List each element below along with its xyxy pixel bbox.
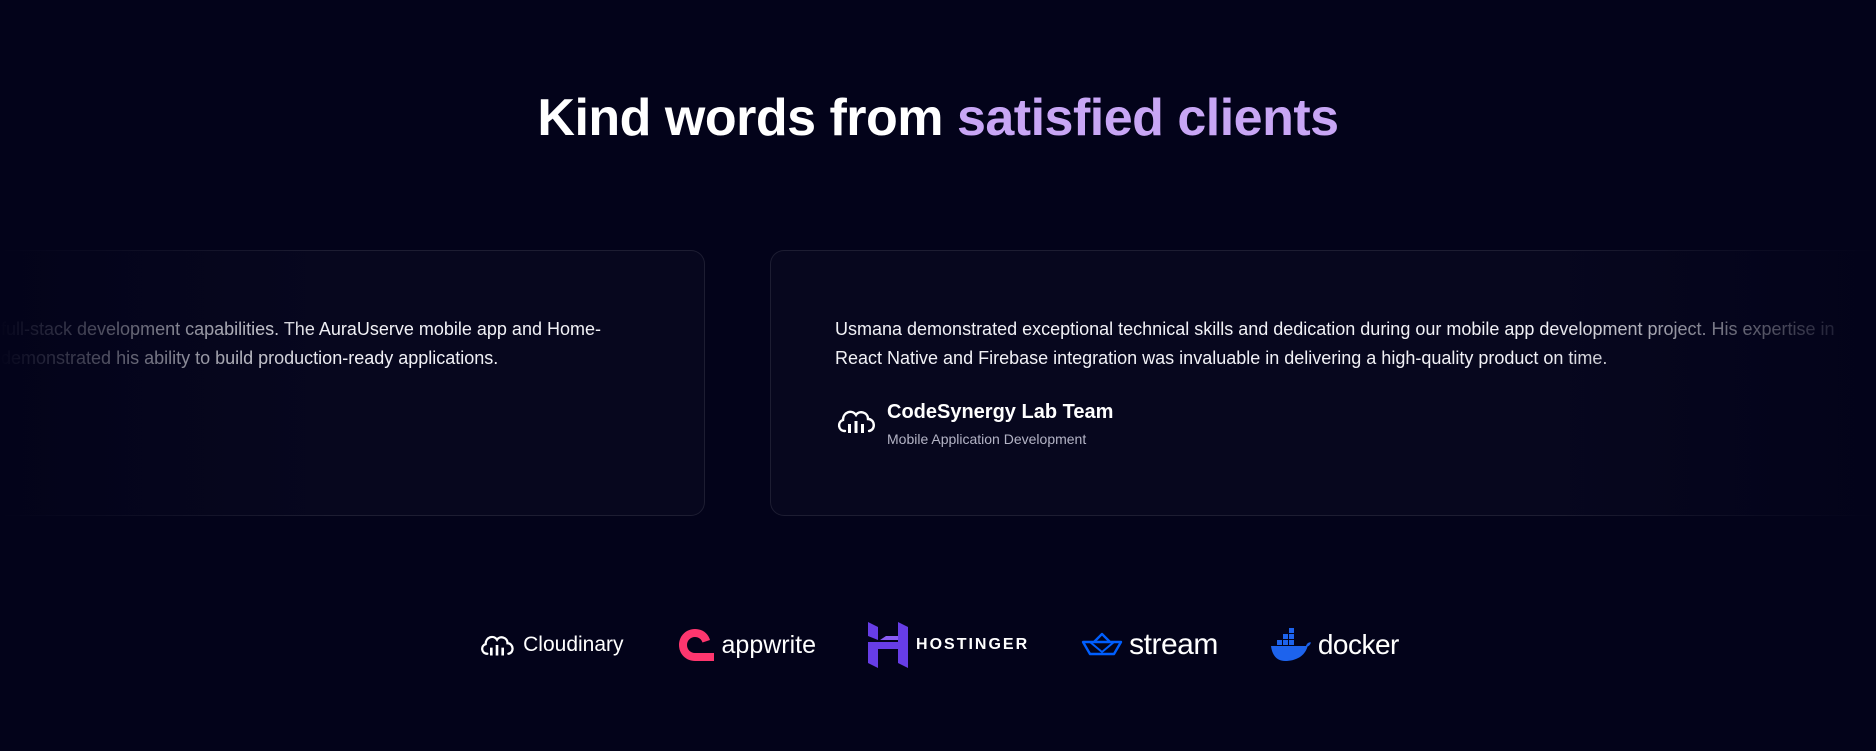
logo-hostinger: HOSTINGER [868, 622, 1029, 668]
testimonial-card: full-stack development capabilities. The… [0, 250, 705, 516]
testimonial-author: CodeSynergy Lab Team Mobile Application … [835, 399, 1113, 447]
cloudinary-cloud-icon [481, 635, 514, 656]
client-logos: Cloudinary appwrite HOSTINGER stream doc… [0, 622, 1876, 668]
heading-accent-text: satisfied clients [956, 89, 1339, 147]
docker-whale-icon [1270, 628, 1311, 661]
testimonial-quote: Usmana demonstrated exceptional technica… [835, 319, 1835, 368]
heading-text: Kind words from [537, 89, 957, 147]
cloud-upload-icon [837, 410, 875, 433]
appwrite-mark-icon [678, 629, 714, 661]
logo-label: HOSTINGER [916, 636, 1030, 653]
logo-label: stream [1129, 628, 1218, 661]
logo-label: docker [1317, 629, 1400, 660]
logo-label: appwrite [721, 630, 817, 659]
logo-docker: docker [1270, 628, 1399, 662]
author-name: CodeSynergy Lab Team [887, 401, 1114, 423]
logo-appwrite: appwrite [676, 627, 817, 663]
testimonial-quote: full-stack development capabilities. The… [1, 319, 601, 368]
logo-label: Cloudinary [523, 633, 624, 656]
testimonials-section: Kind words from satisfied clients full-s… [0, 0, 1876, 751]
hostinger-h-icon [868, 622, 909, 668]
testimonial-card: Usmana demonstrated exceptional technica… [770, 250, 1876, 516]
logo-cloudinary: Cloudinary [477, 631, 624, 659]
author-role: Mobile Application Development [887, 431, 1087, 447]
section-heading: Kind words from satisfied clients [0, 88, 1876, 148]
testimonial-carousel[interactable]: full-stack development capabilities. The… [0, 250, 1876, 518]
logo-stream: stream [1081, 628, 1218, 662]
stream-boat-icon [1081, 632, 1123, 656]
